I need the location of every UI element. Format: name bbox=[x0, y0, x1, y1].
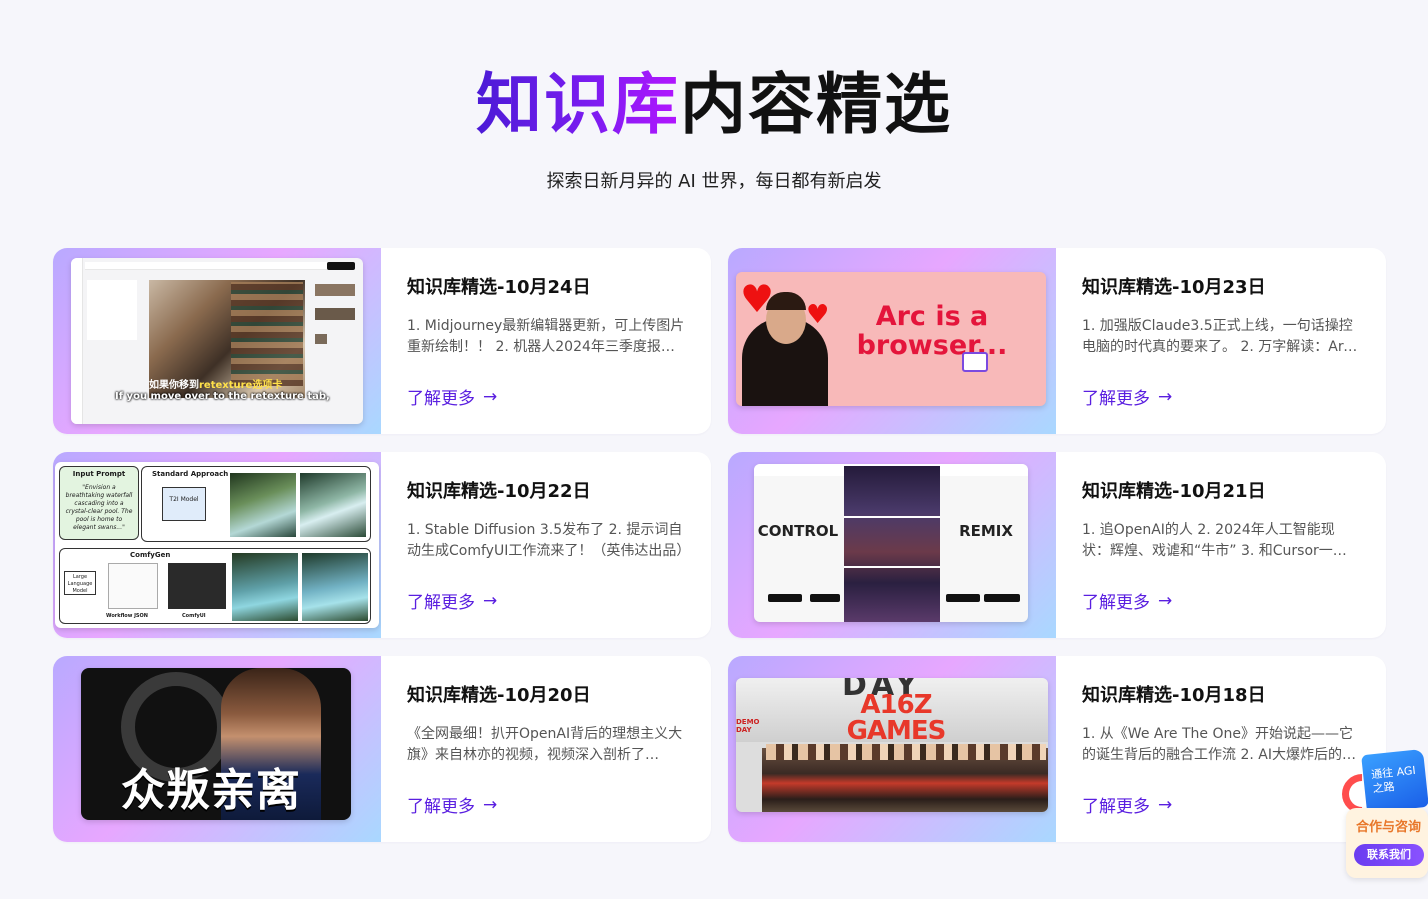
agi-book-icon: 通往 AGI之路 bbox=[1361, 748, 1428, 814]
card-title[interactable]: 知识库精选-10月20日 bbox=[407, 682, 685, 710]
title-rest: 内容精选 bbox=[680, 66, 952, 143]
thumb-banner: A16Z GAMES bbox=[846, 690, 947, 746]
card-description: 1. 从《We Are The One》开始说起——它的诞生背后的融合工作流 2… bbox=[1082, 726, 1356, 763]
card-title[interactable]: 知识库精选-10月22日 bbox=[407, 478, 685, 506]
card-title[interactable]: 知识库精选-10月23日 bbox=[1082, 274, 1360, 302]
card-info: 知识库精选-10月24日 1. Midjourney最新编辑器更新，可上传图片重… bbox=[381, 248, 711, 434]
arrow-right-icon: → bbox=[1158, 590, 1173, 611]
page-title: 知识库内容精选 bbox=[0, 62, 1428, 148]
card-oct20[interactable]: 众叛亲离 知识库精选-10月20日 《全网最细！扒开OpenAI背后的理想主义大… bbox=[53, 656, 711, 842]
thumb-arc-text: Arc is a browser... bbox=[856, 301, 1008, 361]
thumb-caption: 众叛亲离 bbox=[121, 765, 301, 816]
arrow-right-icon: → bbox=[483, 590, 498, 611]
card-oct23[interactable]: ♥ ♥ Arc is a browser... 知识库精选-10月23日 1. … bbox=[728, 248, 1386, 434]
contact-widget[interactable]: 通往 AGI之路 合作与咨询 联系我们 bbox=[1333, 748, 1428, 878]
learn-more-link[interactable]: 了解更多 → bbox=[407, 792, 498, 818]
learn-more-link[interactable]: 了解更多 → bbox=[1082, 588, 1173, 614]
thumb-caption-cn: 如果你移到 bbox=[149, 380, 199, 391]
thumb-caption-en: If you move over to the retexture tab, bbox=[115, 391, 330, 402]
learn-more-link[interactable]: 了解更多 → bbox=[1082, 792, 1173, 818]
cooperation-label: 合作与咨询 bbox=[1356, 820, 1422, 835]
card-grid: 如果你移到retexture选项卡 If you move over to th… bbox=[53, 248, 1386, 842]
card-oct18[interactable]: DAY DEMO DAY A16Z GAMES 知识库精选-10月18日 1. … bbox=[728, 656, 1386, 842]
thumb-remix: REMIX bbox=[959, 522, 1013, 540]
card-info: 知识库精选-10月20日 《全网最细！扒开OpenAI背后的理想主义大旗》来自林… bbox=[381, 656, 711, 842]
card-description: 1. Stable Diffusion 3.5发布了 2. 提示词自动生成Com… bbox=[407, 522, 685, 559]
arrow-right-icon: → bbox=[483, 794, 498, 815]
card-oct22[interactable]: Input Prompt "Envision a breathtaking wa… bbox=[53, 452, 711, 638]
card-thumbnail[interactable]: 如果你移到retexture选项卡 If you move over to th… bbox=[53, 248, 381, 434]
contact-us-button[interactable]: 联系我们 bbox=[1354, 844, 1424, 866]
learn-more-link[interactable]: 了解更多 → bbox=[407, 588, 498, 614]
card-info: 知识库精选-10月23日 1. 加强版Claude3.5正式上线，一句话操控电脑… bbox=[1056, 248, 1386, 434]
learn-more-link[interactable]: 了解更多 → bbox=[1082, 384, 1173, 410]
card-thumbnail[interactable]: DAY DEMO DAY A16Z GAMES bbox=[728, 656, 1056, 842]
card-description: 1. Midjourney最新编辑器更新，可上传图片重新绘制！！ 2. 机器人2… bbox=[407, 318, 685, 355]
card-info: 知识库精选-10月22日 1. Stable Diffusion 3.5发布了 … bbox=[381, 452, 711, 638]
page-subtitle: 探索日新月异的 AI 世界，每日都有新启发 bbox=[546, 171, 882, 192]
card-description: 1. 加强版Claude3.5正式上线，一句话操控电脑的时代真的要来了。 2. … bbox=[1082, 318, 1353, 355]
arrow-right-icon: → bbox=[1158, 386, 1173, 407]
arrow-right-icon: → bbox=[483, 386, 498, 407]
card-oct24[interactable]: 如果你移到retexture选项卡 If you move over to th… bbox=[53, 248, 711, 434]
card-thumbnail[interactable]: CONTROL REMIX bbox=[728, 452, 1056, 638]
thumb-control: CONTROL bbox=[757, 522, 839, 540]
learn-more-link[interactable]: 了解更多 → bbox=[407, 384, 498, 410]
card-thumbnail[interactable]: ♥ ♥ Arc is a browser... bbox=[728, 248, 1056, 434]
card-title[interactable]: 知识库精选-10月24日 bbox=[407, 274, 685, 302]
card-description: 1. 追OpenAI的人 2. 2024年人工智能现状：辉煌、戏谑和“牛市” 3… bbox=[1082, 522, 1347, 559]
thumb-side: DEMO DAY bbox=[736, 718, 760, 734]
card-description: 《全网最细！扒开OpenAI背后的理想主义大旗》来自林亦的视频，视频深入剖析了O… bbox=[407, 726, 683, 763]
card-info: 知识库精选-10月18日 1. 从《We Are The One》开始说起——它… bbox=[1056, 656, 1386, 842]
card-thumbnail[interactable]: Input Prompt "Envision a breathtaking wa… bbox=[53, 452, 381, 638]
title-accent: 知识库 bbox=[476, 66, 680, 143]
card-title[interactable]: 知识库精选-10月18日 bbox=[1082, 682, 1360, 710]
card-oct21[interactable]: CONTROL REMIX 知识库精选-10月21日 1. 追OpenAI的人 … bbox=[728, 452, 1386, 638]
arrow-right-icon: → bbox=[1158, 794, 1173, 815]
card-info: 知识库精选-10月21日 1. 追OpenAI的人 2. 2024年人工智能现状… bbox=[1056, 452, 1386, 638]
card-title[interactable]: 知识库精选-10月21日 bbox=[1082, 478, 1360, 506]
card-thumbnail[interactable]: 众叛亲离 bbox=[53, 656, 381, 842]
